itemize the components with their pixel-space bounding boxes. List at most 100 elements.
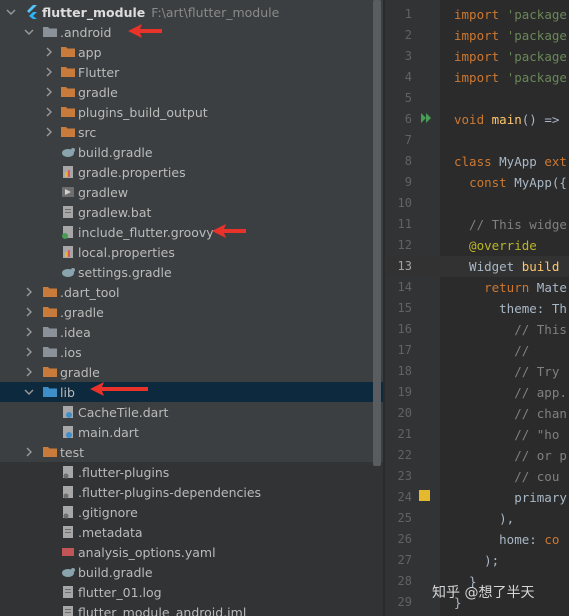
line-number[interactable]: 16 (385, 319, 440, 340)
line-number[interactable]: 17 (385, 340, 440, 361)
line-number[interactable]: 26 (385, 529, 440, 550)
code-line[interactable]: ); (440, 550, 569, 571)
project-tree[interactable]: flutter_module F:\art\flutter_module .andr… (0, 0, 383, 616)
line-number[interactable]: 5 (385, 88, 440, 109)
code-line[interactable]: const MyApp({ (440, 172, 569, 193)
code-line[interactable]: void main() => (440, 109, 569, 130)
line-number[interactable]: 2 (385, 25, 440, 46)
line-number[interactable]: 21 (385, 424, 440, 445)
line-number[interactable]: 7 (385, 130, 440, 151)
line-number[interactable]: 25 (385, 508, 440, 529)
code-line[interactable]: // (440, 340, 569, 361)
code-line[interactable]: @override (440, 235, 569, 256)
line-number[interactable]: 11 (385, 214, 440, 235)
tree-item[interactable]: flutter_module_android.iml (0, 602, 383, 616)
code-line[interactable]: ), (440, 508, 569, 529)
code-line[interactable]: home: co (440, 529, 569, 550)
chevron-right-icon[interactable] (24, 327, 34, 337)
code-line[interactable]: theme: Th (440, 298, 569, 319)
tree-item[interactable]: gradlew (0, 182, 383, 202)
chevron-right-icon[interactable] (44, 67, 54, 77)
code-line[interactable]: // This (440, 319, 569, 340)
tree-item[interactable]: gradle (0, 362, 383, 382)
line-number[interactable]: 18 (385, 361, 440, 382)
line-number[interactable]: 24 (385, 487, 440, 508)
chevron-right-icon[interactable] (24, 307, 34, 317)
line-number[interactable]: 4 (385, 67, 440, 88)
chevron-down-icon[interactable] (24, 27, 34, 37)
code-line[interactable]: // app. (440, 382, 569, 403)
line-number[interactable]: 14 (385, 277, 440, 298)
line-number[interactable]: 15 (385, 298, 440, 319)
line-number[interactable]: 10 (385, 193, 440, 214)
run-main-icon[interactable] (420, 112, 432, 124)
chevron-right-icon[interactable] (24, 347, 34, 357)
tree-item[interactable]: analysis_options.yaml (0, 542, 383, 562)
line-number[interactable]: 1 (385, 4, 440, 25)
chevron-right-icon[interactable] (24, 287, 34, 297)
line-number[interactable]: 13 (385, 256, 440, 277)
code-line[interactable]: // or p (440, 445, 569, 466)
code-line[interactable]: import 'package (440, 4, 569, 25)
code-line[interactable]: import 'package (440, 25, 569, 46)
tree-item[interactable]: .flutter-plugins (0, 462, 383, 482)
tree-item[interactable]: .metadata (0, 522, 383, 542)
code-line[interactable] (440, 88, 569, 109)
chevron-right-icon[interactable] (44, 127, 54, 137)
tree-item[interactable]: flutter_module F:\art\flutter_module (0, 2, 383, 22)
chevron-right-icon[interactable] (24, 367, 34, 377)
code-line[interactable]: class MyApp ext (440, 151, 569, 172)
tree-item[interactable]: gradlew.bat (0, 202, 383, 222)
tree-item[interactable]: Flutter (0, 62, 383, 82)
code-line[interactable] (440, 193, 569, 214)
tree-item[interactable]: src (0, 122, 383, 142)
tree-item[interactable]: app (0, 42, 383, 62)
tree-item[interactable]: build.gradle (0, 562, 383, 582)
tree-item[interactable]: gradle.properties (0, 162, 383, 182)
code-line[interactable]: // chan (440, 403, 569, 424)
chevron-right-icon[interactable] (44, 107, 54, 117)
chevron-down-icon[interactable] (6, 7, 16, 17)
line-number[interactable]: 19 (385, 382, 440, 403)
tree-item[interactable]: .flutter-plugins-dependencies (0, 482, 383, 502)
tree-item[interactable]: lib (0, 382, 383, 402)
line-number[interactable]: 20 (385, 403, 440, 424)
code-line[interactable]: // cou (440, 466, 569, 487)
tree-item[interactable]: .dart_tool (0, 282, 383, 302)
tree-item[interactable]: .gradle (0, 302, 383, 322)
chevron-right-icon[interactable] (24, 447, 34, 457)
code-line[interactable]: // "ho (440, 424, 569, 445)
tree-item[interactable]: settings.gradle (0, 262, 383, 282)
chevron-down-icon[interactable] (24, 387, 34, 397)
tree-item[interactable]: main.dart (0, 422, 383, 442)
code-line[interactable]: import 'package (440, 46, 569, 67)
tree-item[interactable]: test (0, 442, 383, 462)
tree-item[interactable]: CacheTile.dart (0, 402, 383, 422)
tree-item[interactable]: flutter_01.log (0, 582, 383, 602)
code-line[interactable]: // This widge (440, 214, 569, 235)
tree-item[interactable]: .ios (0, 342, 383, 362)
tree-item[interactable]: .gitignore (0, 502, 383, 522)
line-number[interactable]: 22 (385, 445, 440, 466)
code-line[interactable]: primary (440, 487, 569, 508)
tree-item[interactable]: include_flutter.groovy (0, 222, 383, 242)
code-line[interactable]: import 'package (440, 67, 569, 88)
code-line[interactable] (440, 130, 569, 151)
code-line[interactable]: return Mate (440, 277, 569, 298)
chevron-right-icon[interactable] (44, 47, 54, 57)
line-number[interactable]: 12 (385, 235, 440, 256)
code-line[interactable]: // Try (440, 361, 569, 382)
tree-item[interactable]: local.properties (0, 242, 383, 262)
tree-item[interactable]: .android (0, 22, 383, 42)
tree-item[interactable]: .idea (0, 322, 383, 342)
line-number[interactable]: 8 (385, 151, 440, 172)
tree-item[interactable]: plugins_build_output (0, 102, 383, 122)
code-line[interactable]: Widget build (440, 256, 569, 277)
tree-item[interactable]: build.gradle (0, 142, 383, 162)
line-number[interactable]: 9 (385, 172, 440, 193)
tree-scrollbar[interactable] (373, 0, 381, 466)
chevron-right-icon[interactable] (44, 87, 54, 97)
line-number[interactable]: 3 (385, 46, 440, 67)
line-number[interactable]: 27 (385, 550, 440, 571)
line-number[interactable]: 23 (385, 466, 440, 487)
